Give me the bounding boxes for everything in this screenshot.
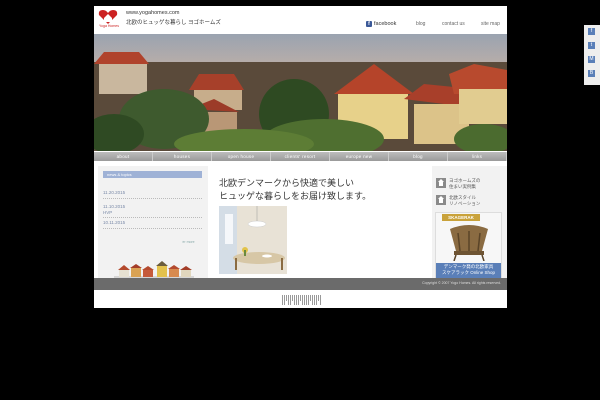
news-column: news & topics 11.20.2015 11.10.2015 HVP … (98, 166, 208, 278)
news-text-2[interactable]: HVP (103, 210, 112, 215)
site-url[interactable]: www.yogahomes.com (126, 10, 180, 16)
sidebar: ヨゴホームズの 住まい実例集 北欧スタイル リノベーション SKAGERAK デ… (432, 166, 507, 280)
site-logo[interactable]: Yoga Homes (98, 9, 119, 31)
brand-name: Yoga Homes (99, 24, 119, 28)
heart-house-icon (98, 10, 118, 24)
house-icon (436, 195, 446, 205)
nav-blog[interactable]: blog (389, 152, 448, 161)
nav-clients-resort[interactable]: clients' resort (271, 152, 330, 161)
nav-open-house[interactable]: open house (212, 152, 271, 161)
news-date-2[interactable]: 11.10.2015 (103, 204, 125, 209)
shop-logo: SKAGERAK (442, 214, 480, 221)
nav-about[interactable]: about (94, 152, 153, 161)
more-link[interactable]: ≫ more (182, 240, 195, 244)
social-sidebar: f t M B (584, 25, 600, 85)
bookmark-share-icon[interactable]: B (588, 70, 595, 77)
news-header: news & topics (103, 171, 202, 178)
footer-area (94, 290, 507, 308)
sidebar-link-renovation[interactable]: 北欧スタイル リノベーション (436, 195, 480, 207)
top-link-blog[interactable]: blog (416, 21, 425, 27)
nav-links[interactable]: links (448, 152, 507, 161)
facebook-share-icon[interactable]: f (588, 28, 595, 35)
main-content: 北欧デンマークから快適で美しい ヒュッゲな暮らしをお届け致します。 (212, 166, 427, 278)
divider (103, 198, 202, 199)
news-date-3[interactable]: 10.11.2015 (103, 220, 125, 225)
main-navigation: about houses open house clients' resort … (94, 152, 507, 161)
sidebar-link-label: 北欧スタイル リノベーション (449, 195, 481, 206)
top-link-contact[interactable]: contact us (442, 21, 465, 27)
hero-image (94, 34, 507, 151)
copyright: Copyright © 2007 Yogo Homes. All rights … (422, 281, 501, 285)
news-date-1[interactable]: 11.20.2015 (103, 190, 125, 195)
sidebar-link-label: ヨゴホームズの 住まい実例集 (449, 178, 481, 189)
interior-photo[interactable] (219, 206, 287, 274)
site-tagline: 北欧のヒュッゲな暮らし ヨゴホームズ (126, 20, 221, 26)
nav-houses[interactable]: houses (153, 152, 212, 161)
sidebar-link-examples[interactable]: ヨゴホームズの 住まい実例集 (436, 178, 480, 190)
shop-banner[interactable]: SKAGERAK デンマーク発の北欧家具 スケアラック Online Shop (435, 212, 502, 280)
facebook-link[interactable]: f facebook (366, 21, 396, 27)
divider (103, 217, 202, 218)
footer-bar: Copyright © 2007 Yogo Homes. All rights … (94, 278, 507, 290)
chair-image (450, 225, 488, 261)
nav-europe-new[interactable]: europe new (330, 152, 389, 161)
twitter-share-icon[interactable]: t (588, 42, 595, 49)
top-link-sitemap[interactable]: site map (481, 21, 500, 27)
footer-barcode (282, 295, 321, 305)
main-headline: 北欧デンマークから快適で美しい ヒュッゲな暮らしをお届け致します。 (219, 179, 372, 202)
divider (103, 228, 202, 229)
shop-banner-text: デンマーク発の北欧家具 スケアラック Online Shop (436, 263, 501, 279)
house-icon (436, 178, 446, 188)
mail-share-icon[interactable]: M (588, 56, 595, 63)
page-container: Yoga Homes www.yogahomes.com 北欧のヒュッゲな暮らし… (94, 6, 507, 308)
facebook-icon: f (366, 21, 372, 27)
facebook-label: facebook (374, 21, 397, 27)
